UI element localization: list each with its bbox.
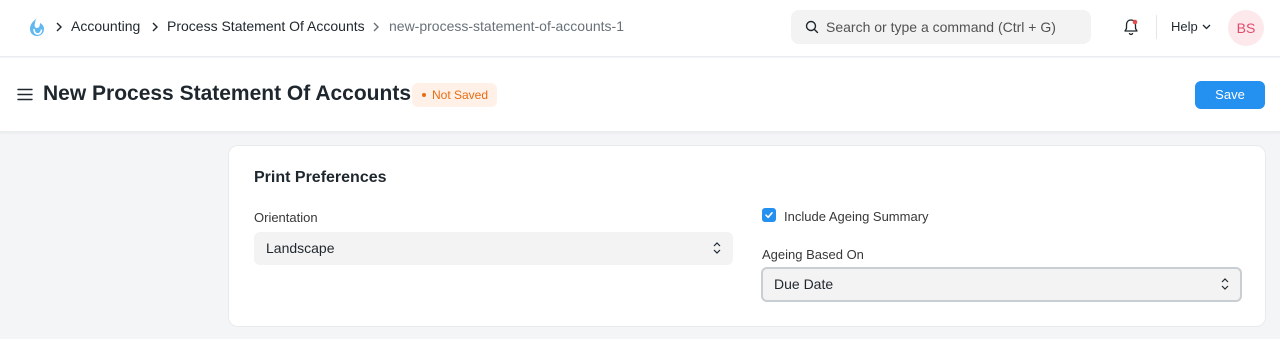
ageing-based-on-value: Due Date — [774, 276, 834, 292]
include-ageing-label[interactable]: Include Ageing Summary — [784, 209, 929, 224]
page-head: New Process Statement Of Accounts Not Sa… — [0, 58, 1280, 132]
search-bar[interactable]: Search or type a command (Ctrl + G) — [791, 10, 1091, 44]
breadcrumb-accounting[interactable]: Accounting — [71, 18, 140, 34]
breadcrumb-chevron-icon — [56, 22, 62, 32]
select-arrows-icon — [1221, 278, 1229, 290]
checkmark-icon — [765, 212, 773, 219]
breadcrumb-process-statement[interactable]: Process Statement Of Accounts — [167, 18, 365, 34]
section-title: Print Preferences — [254, 169, 387, 186]
orientation-label: Orientation — [254, 210, 318, 225]
include-ageing-checkbox[interactable] — [762, 208, 776, 222]
breadcrumb-chevron-icon — [373, 22, 379, 32]
save-button[interactable]: Save — [1195, 81, 1265, 109]
select-arrows-icon — [713, 242, 721, 254]
status-badge: Not Saved — [412, 83, 498, 107]
orientation-select[interactable]: Landscape — [254, 232, 733, 265]
app-logo-icon[interactable] — [28, 17, 46, 37]
ageing-based-on-select[interactable]: Due Date — [761, 267, 1242, 302]
breadcrumb-current-doc: new-process-statement-of-accounts-1 — [389, 18, 624, 34]
notification-bell-icon[interactable] — [1122, 18, 1140, 36]
navbar: Accounting Process Statement Of Accounts… — [0, 0, 1280, 57]
orientation-value: Landscape — [266, 240, 335, 256]
print-preferences-section: Print Preferences Orientation Landscape … — [228, 145, 1266, 327]
ageing-based-on-label: Ageing Based On — [762, 247, 864, 262]
page-title: New Process Statement Of Accounts — [43, 82, 411, 105]
help-menu-button[interactable]: Help — [1171, 19, 1198, 34]
search-placeholder: Search or type a command (Ctrl + G) — [826, 19, 1056, 35]
navbar-divider — [1156, 15, 1157, 39]
breadcrumb-chevron-icon — [152, 22, 158, 32]
search-icon — [805, 20, 819, 34]
sidebar-toggle-icon[interactable] — [17, 88, 33, 101]
chevron-down-icon[interactable] — [1202, 24, 1211, 30]
user-avatar[interactable]: BS — [1228, 10, 1264, 46]
